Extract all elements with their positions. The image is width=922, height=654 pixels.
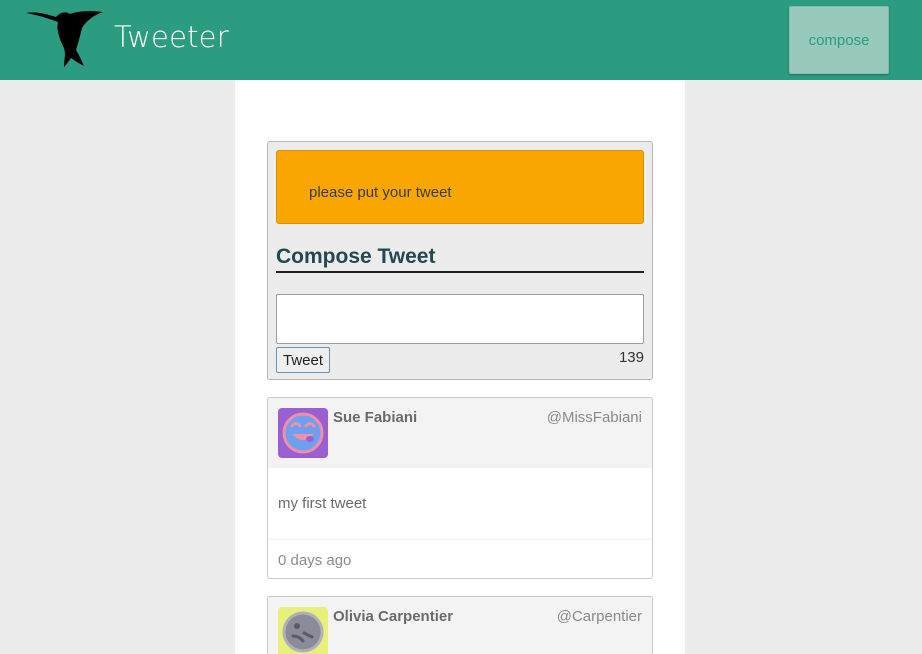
author-handle: @MissFabiani <box>546 409 642 426</box>
author-name: Olivia Carpentier <box>333 608 454 625</box>
tweet-footer: 0 days ago <box>268 539 652 578</box>
error-alert: please put your tweet <box>276 150 644 224</box>
compose-panel: please put your tweet Compose Tweet Twee… <box>267 141 653 380</box>
nav-bar: Tweeter compose <box>0 0 922 80</box>
char-counter: 139 <box>618 349 644 366</box>
tweet-card: Olivia Carpentier @Carpentier <box>267 596 653 654</box>
author-handle: @Carpentier <box>556 608 642 625</box>
hummingbird-icon <box>26 11 103 67</box>
tweet-card: Sue Fabiani @MissFabiani my first tweet … <box>267 397 653 579</box>
avatar-icon <box>278 607 328 654</box>
smiley-avatar-icon <box>278 408 328 458</box>
tweet-content: my first tweet <box>278 495 367 512</box>
compose-title: Compose Tweet <box>276 245 644 273</box>
compose-button[interactable]: compose <box>789 6 889 74</box>
author-name: Sue Fabiani <box>333 409 418 426</box>
alert-text: please put your tweet <box>309 184 452 201</box>
tweet-header: Sue Fabiani @MissFabiani <box>268 398 652 468</box>
app-title: Tweeter <box>114 20 229 54</box>
tweet-button[interactable]: Tweet <box>276 347 330 373</box>
tweet-header: Olivia Carpentier @Carpentier <box>268 597 652 654</box>
tweet-timestamp: 0 days ago <box>278 552 352 569</box>
tweet-textarea[interactable] <box>276 294 644 344</box>
